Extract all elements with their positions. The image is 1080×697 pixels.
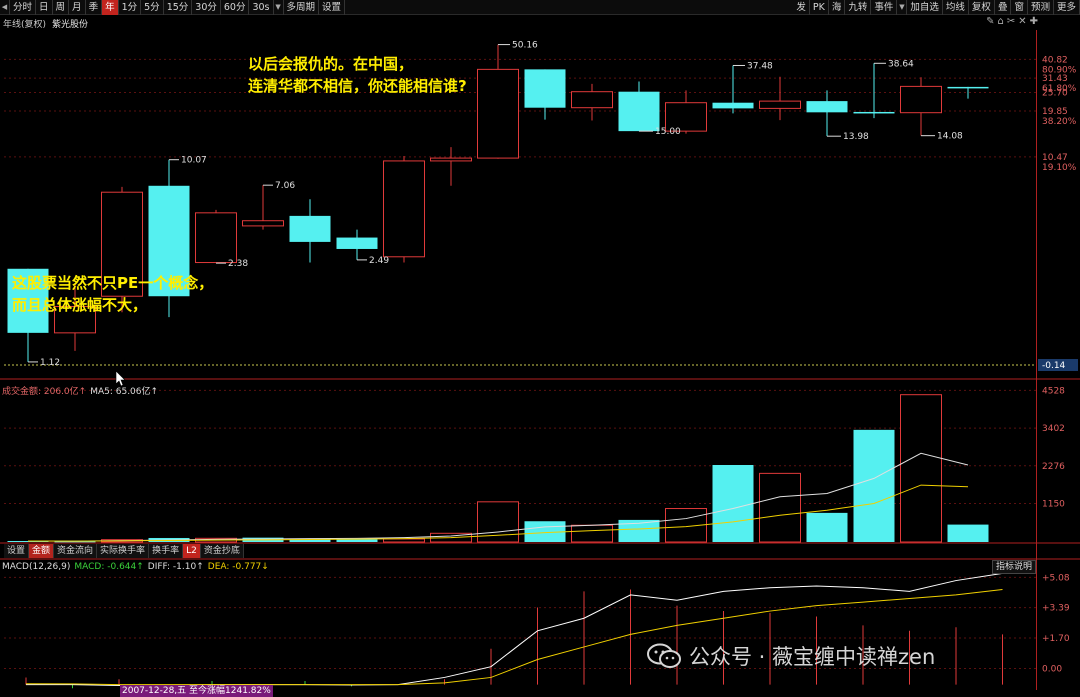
volume-bar bbox=[853, 429, 895, 542]
macd-tick-label: +3.39 bbox=[1042, 604, 1070, 614]
volume-tick-label: 3402 bbox=[1042, 424, 1065, 434]
volume-ma5: MA5: 65.06亿↑ bbox=[90, 387, 159, 397]
price-marker-label: 2.49 bbox=[369, 256, 389, 266]
percent-tick-label: 38.20% bbox=[1042, 117, 1077, 127]
annotation-top-line1: 以后会报仇的。在中国， bbox=[248, 55, 414, 73]
price-marker-label: 14.08 bbox=[937, 132, 963, 142]
candle-body bbox=[477, 68, 519, 159]
volume-bar bbox=[759, 472, 801, 543]
volume-bar bbox=[383, 538, 425, 543]
indicator-tab[interactable]: 金额 bbox=[29, 544, 55, 558]
candle-body bbox=[618, 91, 660, 132]
indicator-help-button[interactable]: 指标说明 bbox=[991, 560, 1036, 574]
macd-name: MACD(12,26,9) bbox=[2, 562, 71, 572]
macd-label: MACD(12,26,9) MACD: -0.644↑ DIFF: -1.10↑ DE… bbox=[2, 562, 269, 572]
volume-bar bbox=[571, 524, 613, 543]
candle-body bbox=[900, 85, 942, 114]
price-marker-label: 50.16 bbox=[512, 41, 538, 51]
volume-bar bbox=[947, 524, 989, 542]
candle-body bbox=[853, 111, 895, 114]
macd-tick-label: 0.00 bbox=[1042, 664, 1062, 674]
price-marker-label: 10.07 bbox=[181, 156, 207, 166]
price-marker-label: 15.00 bbox=[655, 127, 681, 137]
wechat-icon bbox=[647, 643, 681, 668]
l2-badge[interactable]: L2 bbox=[183, 544, 201, 558]
candle-body bbox=[195, 212, 237, 264]
price-tick-label: 31.43 bbox=[1042, 74, 1068, 84]
date-badge: 2007-12-28,五 至今涨幅1241.82% bbox=[120, 685, 273, 697]
macd-tick-label: +5.08 bbox=[1042, 573, 1070, 583]
candle-body bbox=[571, 91, 613, 109]
volume-tick-label: 4528 bbox=[1042, 386, 1065, 396]
price-axis-divider bbox=[1036, 30, 1037, 690]
current-price-value: -0.14 bbox=[1042, 361, 1066, 371]
watermark: 公众号 · 薇宝缠中读禅zen bbox=[647, 641, 935, 671]
price-tick-label: 19.85 bbox=[1042, 107, 1068, 117]
volume-bar bbox=[900, 394, 942, 543]
price-tick-label: 25.70 bbox=[1042, 89, 1068, 99]
indicator-tab[interactable]: 资金流向 bbox=[54, 544, 98, 558]
price-marker-label: 2.38 bbox=[228, 259, 248, 269]
volume-tick-label: 1150 bbox=[1042, 500, 1065, 510]
indicator-tab[interactable]: 实际换手率 bbox=[97, 544, 150, 558]
price-marker-label: 1.12 bbox=[40, 358, 60, 368]
macd-tick-label: +1.70 bbox=[1042, 634, 1070, 644]
percent-tick-label: 19.10% bbox=[1042, 163, 1077, 173]
candle-body bbox=[289, 215, 331, 242]
kline-chart[interactable]: 40.8280.90%31.4361.80%25.7019.8538.20%10… bbox=[0, 0, 1080, 697]
turnover-value: 成交金额: 206.0亿↑ bbox=[2, 387, 87, 397]
annotation-top-line2: 连清华都不相信，你还能相信谁? bbox=[248, 77, 467, 95]
candle-body bbox=[806, 101, 848, 113]
candle-body bbox=[383, 160, 425, 258]
volume-label: 成交金额: 206.0亿↑ MA5: 65.06亿↑ bbox=[2, 384, 158, 397]
price-marker-label: 13.98 bbox=[843, 132, 869, 142]
price-marker-label: 37.48 bbox=[747, 61, 773, 71]
candle-body bbox=[524, 69, 566, 108]
watermark-text: 公众号 · 薇宝缠中读禅zen bbox=[689, 645, 936, 669]
candle-body bbox=[947, 86, 989, 89]
price-marker-label: 7.06 bbox=[275, 181, 295, 191]
annotation-left-line1: 这股票当然不只PE一个概念， bbox=[12, 274, 214, 292]
price-marker-label: 38.64 bbox=[888, 59, 914, 69]
candle-body bbox=[712, 102, 754, 109]
indicator-tab[interactable]: 换手率 bbox=[149, 544, 184, 558]
candle-body bbox=[336, 237, 378, 249]
price-tick-label: 40.82 bbox=[1042, 55, 1068, 65]
annotation-top: 以后会报仇的。在中国， 连清华都不相信，你还能相信谁? bbox=[248, 53, 467, 97]
dea-value: DEA: -0.777↓ bbox=[207, 562, 269, 572]
annotation-left: 这股票当然不只PE一个概念， 而且总体涨幅不大， bbox=[12, 272, 213, 316]
volume-bar bbox=[712, 465, 754, 542]
volume-tick-label: 2276 bbox=[1042, 462, 1065, 472]
indicator-tabs: 设置 金额 资金流向 实际换手率 换手率 L2 资金抄底 bbox=[4, 544, 244, 558]
diff-value: DIFF: -1.10↑ bbox=[147, 562, 204, 572]
candle-body bbox=[242, 220, 284, 227]
indicator-tab[interactable]: 资金抄底 bbox=[200, 544, 244, 558]
macd-value: MACD: -0.644↑ bbox=[74, 562, 144, 572]
candle-body bbox=[759, 100, 801, 109]
price-tick-label: 10.47 bbox=[1042, 153, 1068, 163]
indicator-tab[interactable]: 设置 bbox=[4, 544, 30, 558]
annotation-left-line2: 而且总体涨幅不大， bbox=[12, 296, 148, 314]
volume-bar bbox=[806, 512, 848, 542]
candle-body bbox=[430, 157, 472, 162]
